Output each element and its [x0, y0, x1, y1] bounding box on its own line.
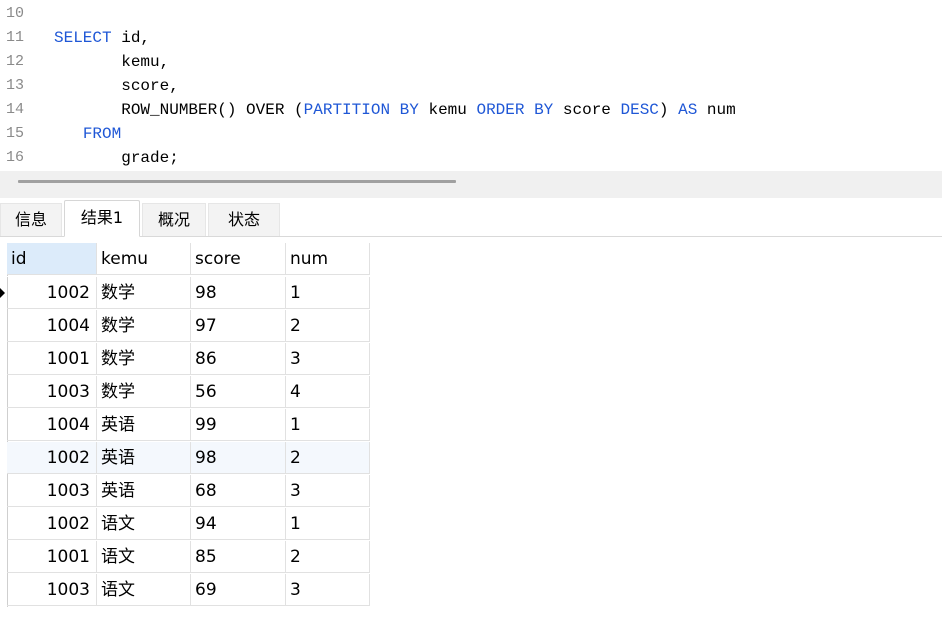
sql-text: score [553, 101, 621, 119]
cell-num[interactable]: 2 [286, 442, 370, 474]
cell-id[interactable]: 1002 [7, 442, 97, 474]
sql-keyword: DESC [620, 101, 659, 119]
sql-editor[interactable]: 10 11 SELECT id, 12 kemu, 13 score, 14 ROW_NU… [0, 0, 942, 170]
cell-kemu[interactable]: 数学 [97, 343, 191, 375]
line-number: 12 [6, 53, 25, 70]
sql-keyword: FROM [82, 125, 122, 143]
code-text: SELECT id, [54, 26, 150, 50]
cell-kemu[interactable]: 数学 [97, 310, 191, 342]
code-line[interactable]: 16 grade; [0, 146, 942, 170]
sql-keyword: ORDER BY [476, 101, 554, 119]
column-header-score[interactable]: score [191, 243, 286, 275]
sql-text: kemu, [54, 53, 170, 71]
cell-id[interactable]: 1004 [7, 310, 97, 342]
cell-score[interactable]: 97 [191, 310, 286, 342]
cell-kemu[interactable]: 语文 [97, 574, 191, 606]
code-text: score, [54, 74, 179, 98]
tab-info[interactable]: 信息 [0, 203, 62, 236]
column-header-kemu[interactable]: kemu [97, 243, 191, 275]
result-tabbar: 信息 结果1 概况 状态 [0, 198, 942, 237]
cell-kemu[interactable]: 数学 [97, 277, 191, 309]
editor-horizontal-scrollbar[interactable] [0, 171, 942, 198]
cell-num[interactable]: 3 [286, 475, 370, 507]
line-number: 10 [6, 5, 25, 22]
sql-text: ) [658, 101, 679, 119]
cell-score[interactable]: 68 [191, 475, 286, 507]
sql-text: grade; [54, 149, 179, 167]
line-number: 14 [6, 101, 25, 118]
code-text: FROM [54, 122, 121, 146]
cell-id[interactable]: 1001 [7, 541, 97, 573]
code-line[interactable]: 11 SELECT id, [0, 26, 942, 50]
column-header-id[interactable]: id [7, 243, 97, 275]
cell-num[interactable]: 3 [286, 574, 370, 606]
sql-keyword: PARTITION BY [303, 101, 419, 119]
cell-id[interactable]: 1003 [7, 376, 97, 408]
sql-text: score, [54, 77, 179, 95]
cell-kemu[interactable]: 语文 [97, 508, 191, 540]
cell-kemu[interactable]: 英语 [97, 409, 191, 441]
cell-id[interactable]: 1003 [7, 574, 97, 606]
cell-kemu[interactable]: 数学 [97, 376, 191, 408]
cell-score[interactable]: 98 [191, 277, 286, 309]
cell-num[interactable]: 4 [286, 376, 370, 408]
line-number: 15 [6, 125, 25, 142]
cell-score[interactable]: 56 [191, 376, 286, 408]
cell-kemu[interactable]: 英语 [97, 442, 191, 474]
sql-text: ROW_NUMBER() OVER ( [54, 101, 304, 119]
cell-num[interactable]: 1 [286, 508, 370, 540]
code-text: ROW_NUMBER() OVER (PARTITION BY kemu ORD… [54, 98, 736, 122]
code-line[interactable]: 15 FROM [0, 122, 942, 146]
code-line[interactable]: 14 ROW_NUMBER() OVER (PARTITION BY kemu … [0, 98, 942, 122]
sql-text: id, [111, 29, 151, 47]
code-line[interactable]: 12 kemu, [0, 50, 942, 74]
cell-score[interactable]: 98 [191, 442, 286, 474]
cell-id[interactable]: 1002 [7, 508, 97, 540]
code-text: grade; [54, 146, 179, 170]
cell-num[interactable]: 1 [286, 409, 370, 441]
sql-text: num [697, 101, 736, 119]
cell-num[interactable]: 2 [286, 541, 370, 573]
code-text: kemu, [54, 50, 169, 74]
column-header-num[interactable]: num [286, 243, 370, 275]
cell-num[interactable]: 3 [286, 343, 370, 375]
cell-kemu[interactable]: 语文 [97, 541, 191, 573]
scrollbar-thumb[interactable] [18, 180, 456, 183]
sql-keyword: SELECT [54, 29, 112, 47]
cell-score[interactable]: 69 [191, 574, 286, 606]
cell-num[interactable]: 1 [286, 277, 370, 309]
sql-keyword: AS [678, 101, 698, 119]
code-line[interactable]: 13 score, [0, 74, 942, 98]
cell-num[interactable]: 2 [286, 310, 370, 342]
cell-id[interactable]: 1002 [7, 277, 97, 309]
cell-score[interactable]: 99 [191, 409, 286, 441]
cell-score[interactable]: 86 [191, 343, 286, 375]
cell-id[interactable]: 1001 [7, 343, 97, 375]
cell-score[interactable]: 85 [191, 541, 286, 573]
line-number: 11 [6, 29, 25, 46]
code-line[interactable]: 10 [0, 2, 942, 26]
tab-status[interactable]: 状态 [208, 203, 280, 236]
cell-kemu[interactable]: 英语 [97, 475, 191, 507]
tab-overview[interactable]: 概况 [142, 203, 206, 236]
cell-score[interactable]: 94 [191, 508, 286, 540]
line-number: 13 [6, 77, 25, 94]
current-row-arrow-icon [0, 288, 5, 298]
sql-text: kemu [418, 101, 477, 119]
tab-result1[interactable]: 结果1 [64, 200, 140, 237]
cell-id[interactable]: 1003 [7, 475, 97, 507]
line-number: 16 [6, 149, 25, 166]
cell-id[interactable]: 1004 [7, 409, 97, 441]
